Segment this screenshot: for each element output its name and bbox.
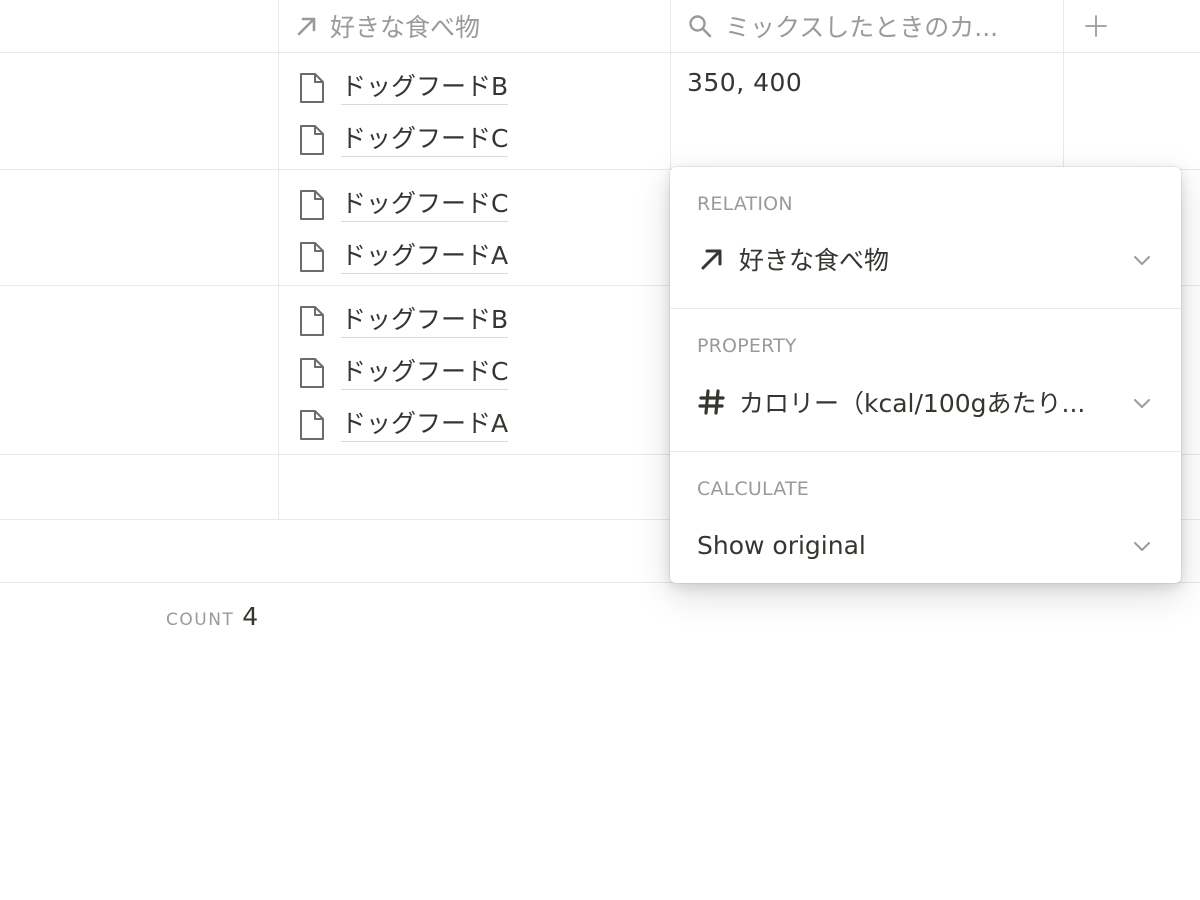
- page-icon: [300, 190, 324, 220]
- relation-page-link[interactable]: ドッグフードC: [297, 179, 669, 231]
- count-label: COUNT: [166, 610, 235, 630]
- chevron-down-icon: [1134, 542, 1150, 551]
- relation-page-link[interactable]: ドッグフードB: [297, 62, 669, 114]
- relation-page-title: ドッグフードB: [341, 304, 509, 338]
- page-icon: [300, 73, 324, 103]
- property-section: PROPERTY カロリー（kcal/100gあたり...: [670, 309, 1181, 451]
- relation-page-link[interactable]: ドッグフードC: [297, 347, 669, 399]
- relation-page-title: ドッグフードA: [341, 408, 509, 442]
- chevron-down-icon: [1134, 399, 1150, 408]
- relation-cell-empty[interactable]: [279, 454, 669, 519]
- relation-page-link[interactable]: ドッグフードB: [297, 295, 669, 347]
- page-icon: [300, 410, 324, 440]
- calculate-section: CALCULATE Show original: [670, 452, 1181, 583]
- property-select-value: カロリー（kcal/100gあたり...: [739, 389, 1086, 418]
- relation-page-title: ドッグフードC: [341, 356, 509, 390]
- table-count[interactable]: COUNT 4: [166, 602, 258, 631]
- calculate-section-label: CALCULATE: [697, 478, 809, 500]
- relation-cell[interactable]: ドッグフードC ドッグフードA: [279, 169, 669, 283]
- arrow-up-right-icon: [297, 17, 316, 36]
- hash-icon: [698, 389, 725, 415]
- column-header-relation[interactable]: 好きな食べ物: [294, 0, 664, 52]
- relation-page-link[interactable]: ドッグフードC: [297, 114, 669, 166]
- add-column-button[interactable]: [1064, 0, 1128, 52]
- relation-page-title: ドッグフードC: [341, 188, 509, 222]
- calculate-select-value: Show original: [697, 530, 866, 560]
- rollup-cell-value: 350, 400: [687, 68, 803, 97]
- arrow-up-right-icon: [701, 249, 722, 270]
- relation-cell[interactable]: ドッグフードB ドッグフードC: [279, 52, 669, 166]
- page-icon: [300, 358, 324, 388]
- property-select[interactable]: カロリー（kcal/100gあたり...: [684, 378, 1167, 426]
- relation-select-value: 好きな食べ物: [739, 246, 890, 275]
- page-icon: [300, 306, 324, 336]
- count-value: 4: [242, 602, 259, 631]
- column-header-label: 好きな食べ物: [330, 13, 481, 42]
- database-table-view: 好きな食べ物 ミックスしたときのカ... ドッグフードB ドッグフードC 350…: [0, 0, 1200, 900]
- page-icon: [300, 242, 324, 272]
- relation-page-title: ドッグフードC: [341, 123, 509, 157]
- relation-cell[interactable]: ドッグフードB ドッグフードC ドッグフードA: [279, 285, 669, 451]
- relation-select[interactable]: 好きな食べ物: [684, 235, 1167, 283]
- page-icon: [300, 125, 324, 155]
- relation-page-title: ドッグフードA: [341, 240, 509, 274]
- calculate-select[interactable]: Show original: [684, 521, 1167, 569]
- plus-icon: [1085, 15, 1107, 37]
- relation-page-title: ドッグフードB: [341, 71, 509, 105]
- column-divider: [670, 0, 671, 169]
- rollup-config-popover: RELATION 好きな食べ物 PROPERTY カロリー（kcal/100gあ…: [670, 167, 1181, 583]
- column-header-label: ミックスしたときのカ...: [725, 13, 999, 42]
- chevron-down-icon: [1134, 256, 1150, 265]
- relation-section-label: RELATION: [697, 193, 793, 215]
- property-section-label: PROPERTY: [697, 335, 797, 357]
- relation-section: RELATION 好きな食べ物: [670, 167, 1181, 308]
- relation-page-link[interactable]: ドッグフードA: [297, 231, 669, 283]
- relation-page-link[interactable]: ドッグフードA: [297, 399, 669, 451]
- column-header-rollup[interactable]: ミックスしたときのカ...: [687, 0, 1057, 52]
- search-icon: [689, 15, 712, 38]
